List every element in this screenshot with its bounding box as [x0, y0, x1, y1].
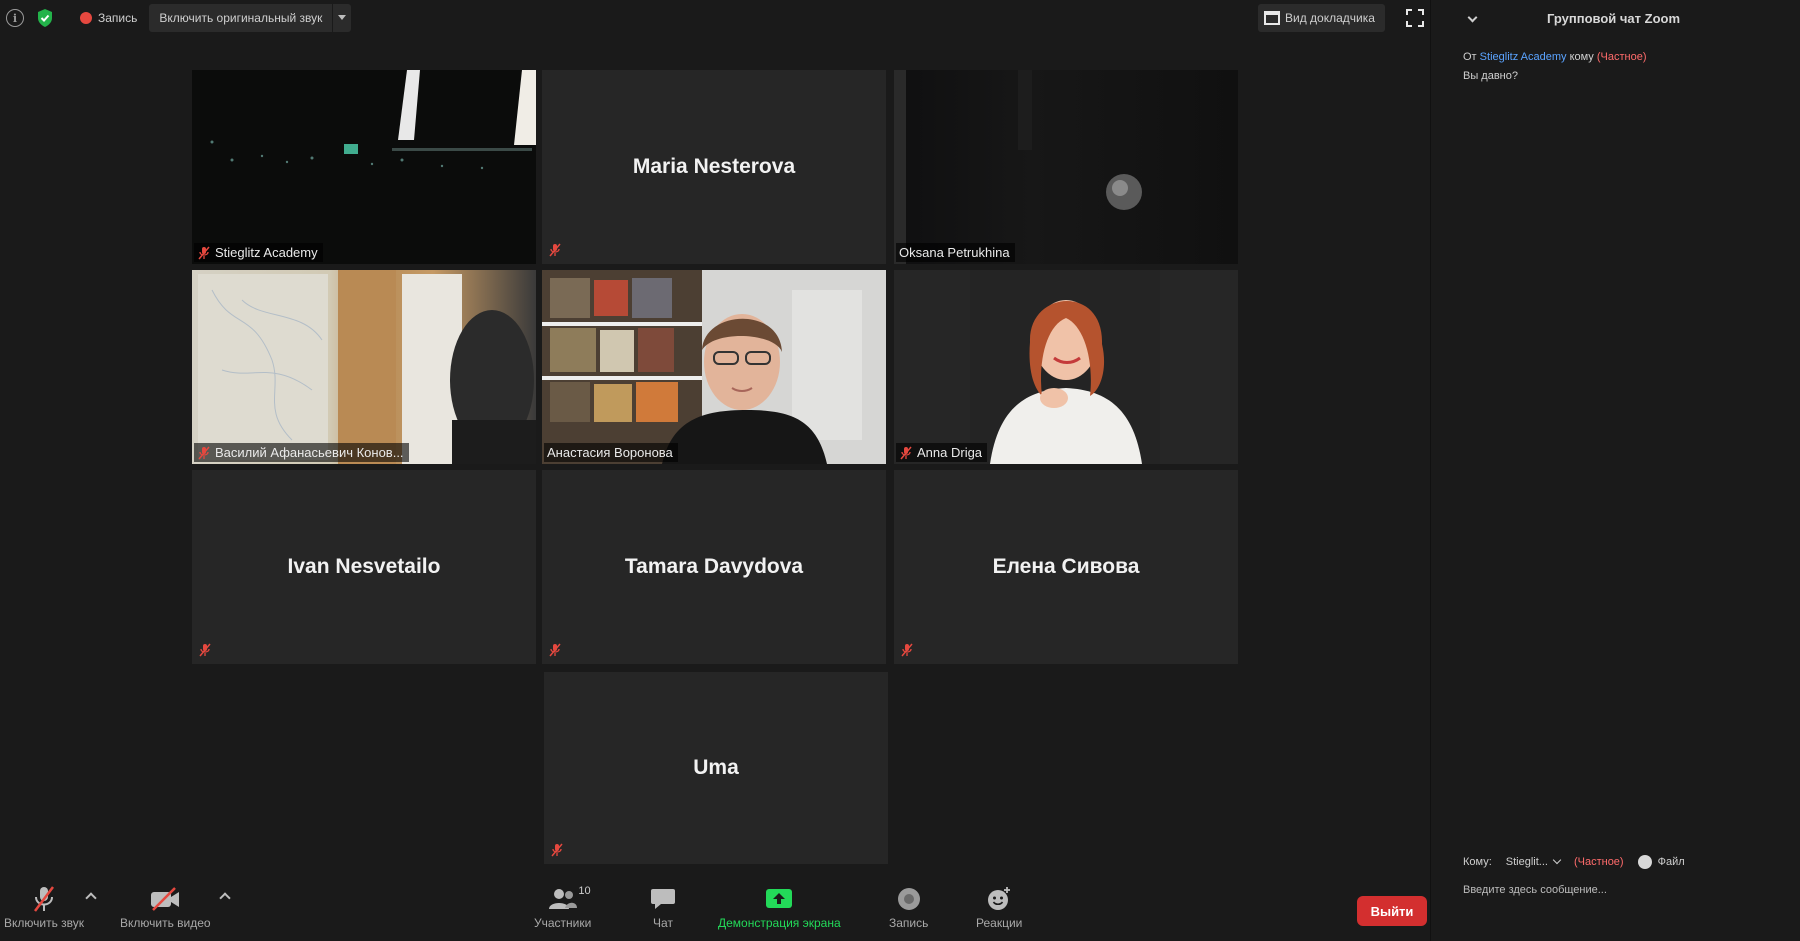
mic-muted-icon: [197, 446, 211, 460]
participant-name-tag: Анастасия Воронова: [544, 443, 678, 462]
meeting-toolbar: Включить звук Включить видео 10 Участник…: [0, 876, 1430, 941]
video-feed: [198, 270, 536, 464]
video-feed: [210, 70, 536, 170]
chevron-down-icon: [1552, 855, 1562, 865]
mic-muted-icon: [550, 843, 564, 857]
participant-name: Oksana Petrukhina: [899, 245, 1010, 260]
reactions-icon: [986, 884, 1012, 914]
video-options-caret[interactable]: [219, 892, 231, 904]
mic-muted-icon: [197, 246, 211, 260]
share-screen-icon: [765, 884, 793, 914]
participants-icon: 10: [548, 884, 591, 914]
video-feed: [970, 270, 1160, 464]
message-private-tag: (Частное): [1596, 51, 1647, 63]
participant-name: Василий Афанасьевич Конов...: [215, 445, 404, 460]
share-screen-label: Демонстрация экрана: [718, 916, 841, 930]
participant-name: Maria Nesterova: [632, 155, 796, 178]
participant-name: Anna Driga: [917, 445, 983, 460]
participant-name: Uma: [693, 756, 739, 779]
camera-off-icon: [149, 884, 181, 914]
share-screen-button[interactable]: Демонстрация экрана: [718, 884, 841, 930]
zoom-window: i Запись Включить оригинальный звук Вид …: [0, 0, 1800, 941]
record-icon: [80, 12, 92, 24]
chat-icon: [650, 884, 676, 914]
private-tag: (Частное): [1573, 856, 1624, 868]
speaker-view-label: Вид докладчика: [1285, 11, 1375, 25]
message-text: Вы давно?: [1463, 70, 1518, 82]
to-label: Кому:: [1463, 856, 1492, 868]
record-toolbar-icon: [897, 884, 921, 914]
speaker-view-button[interactable]: Вид докладчика: [1258, 4, 1385, 32]
chat-compose: Кому: Stieglit... (Частное) Файл Введите…: [1463, 852, 1793, 896]
chevron-down-icon[interactable]: [333, 4, 351, 32]
file-icon: [1637, 855, 1652, 869]
participant-name-tag: Василий Афанасьевич Конов...: [194, 443, 409, 462]
file-button[interactable]: Файл: [1637, 855, 1685, 869]
meeting-topbar: i Запись Включить оригинальный звук Вид …: [0, 0, 1430, 36]
record-label: Запись: [889, 916, 929, 930]
participant-name: Ivan Nesvetailo: [287, 555, 441, 578]
participant-tile[interactable]: Ivan Nesvetailo: [192, 470, 536, 664]
chat-button[interactable]: Чат: [650, 884, 676, 930]
fullscreen-icon[interactable]: [1406, 9, 1424, 27]
message-prefix: От: [1463, 51, 1477, 63]
participant-name: Елена Сивова: [992, 555, 1140, 578]
original-sound-label: Включить оригинальный звук: [149, 4, 334, 32]
mic-muted-icon: [198, 643, 212, 657]
speaker-view-icon: [1264, 11, 1280, 25]
leave-button[interactable]: Выйти: [1357, 896, 1427, 926]
start-video-label: Включить видео: [120, 916, 211, 930]
start-video-button[interactable]: Включить видео: [120, 884, 211, 930]
participant-name: Анастасия Воронова: [547, 445, 673, 460]
participant-name-tag: Oksana Petrukhina: [896, 243, 1015, 262]
chat-panel: Групповой чат Zoom От Stieglitz Academy …: [1430, 0, 1800, 941]
video-feed: [542, 270, 886, 464]
original-sound-button[interactable]: Включить оригинальный звук: [149, 4, 352, 32]
recipient-select[interactable]: Stieglit...: [1506, 855, 1562, 868]
participant-tile[interactable]: Василий Афанасьевич Конов...: [192, 270, 536, 464]
participants-button[interactable]: 10 Участники: [534, 884, 591, 930]
participants-count: 10: [578, 885, 591, 897]
participants-label: Участники: [534, 916, 592, 930]
mic-muted-icon: [548, 243, 562, 257]
video-feed: [894, 70, 1142, 264]
participant-tile[interactable]: Anna Driga: [894, 270, 1238, 464]
chevron-down-icon[interactable]: [1467, 12, 1478, 23]
participant-tile[interactable]: Елена Сивова: [894, 470, 1238, 664]
participant-name: Tamara Davydova: [624, 555, 804, 578]
chat-input[interactable]: Введите здесь сообщение...: [1463, 884, 1793, 896]
participant-tile[interactable]: Maria Nesterova: [542, 70, 886, 264]
unmute-button[interactable]: Включить звук: [4, 884, 84, 930]
chat-header: Групповой чат Zoom: [1431, 6, 1800, 32]
participant-name-tag: Anna Driga: [896, 443, 988, 462]
message-sender[interactable]: Stieglitz Academy: [1480, 51, 1567, 63]
unmute-label: Включить звук: [4, 916, 85, 930]
chat-message: От Stieglitz Academy кому (Частное) Вы д…: [1463, 48, 1783, 86]
participant-tile[interactable]: Oksana Petrukhina: [894, 70, 1238, 264]
chat-label: Чат: [653, 916, 673, 930]
participant-name-tag: Stieglitz Academy: [194, 243, 323, 262]
record-button[interactable]: Запись: [889, 884, 928, 930]
shield-check-icon[interactable]: [34, 7, 56, 29]
mic-muted-icon: [31, 884, 57, 914]
recording-label: Запись: [98, 11, 138, 25]
mic-muted-icon: [548, 643, 562, 657]
participant-name: Stieglitz Academy: [215, 245, 318, 260]
message-to-word: кому: [1569, 51, 1594, 63]
active-speaker-tile[interactable]: Анастасия Воронова: [542, 270, 886, 464]
participant-tile[interactable]: Uma: [544, 672, 888, 864]
mic-muted-icon: [899, 446, 913, 460]
reactions-label: Реакции: [976, 916, 1023, 930]
reactions-button[interactable]: Реакции: [976, 884, 1022, 930]
info-icon[interactable]: i: [4, 7, 26, 29]
audio-options-caret[interactable]: [85, 892, 97, 904]
participant-tile[interactable]: Stieglitz Academy: [192, 70, 536, 264]
participant-tile[interactable]: Tamara Davydova: [542, 470, 886, 664]
chat-title: Групповой чат Zoom: [1547, 11, 1681, 26]
mic-muted-icon: [900, 643, 914, 657]
